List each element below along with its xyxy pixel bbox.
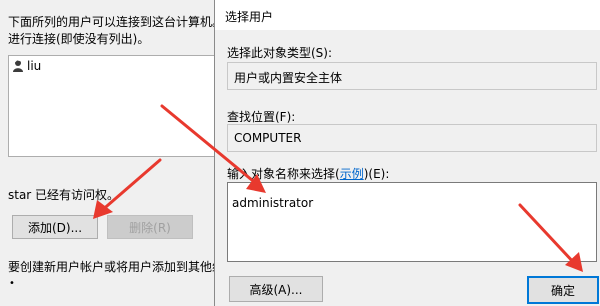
description-line-2: 进行连接(即使没有列出)。	[8, 32, 150, 46]
object-type-label: 选择此对象类型(S):	[227, 46, 333, 60]
create-user-note: 要创建新用户帐户或将用户添加到其他组，	[8, 260, 223, 274]
location-field: COMPUTER	[227, 124, 597, 152]
access-note: star 已经有访问权。	[8, 188, 120, 202]
remove-button[interactable]: 删除(R)	[107, 215, 193, 239]
examples-link[interactable]: 示例	[340, 167, 364, 181]
object-names-input[interactable]: administrator	[227, 182, 597, 262]
user-list[interactable]: liu	[8, 55, 225, 157]
select-user-dialog: 选择用户 选择此对象类型(S): 用户或内置安全主体 查找位置(F): COMP…	[214, 0, 600, 306]
advanced-button[interactable]: 高级(A)...	[229, 276, 323, 302]
location-label: 查找位置(F):	[227, 110, 296, 124]
add-button[interactable]: 添加(D)...	[12, 215, 98, 239]
object-names-label-prefix: 输入对象名称来选择(	[227, 167, 340, 181]
object-names-label-suffix: )(E):	[363, 167, 390, 181]
object-names-label: 输入对象名称来选择(示例)(E):	[227, 165, 389, 182]
user-name: liu	[27, 59, 42, 73]
title-bar[interactable]: 选择用户	[215, 0, 600, 30]
user-icon	[13, 59, 23, 72]
dialog-title: 选择用户	[225, 10, 274, 24]
list-item[interactable]: liu	[12, 59, 41, 73]
ok-button[interactable]: 确定	[527, 276, 599, 304]
description-line-1: 下面所列的用户可以连接到这台计算机。另	[8, 15, 223, 29]
bullet: •	[9, 278, 15, 289]
dialog-description: 下面所列的用户可以连接到这台计算机。另 进行连接(即使没有列出)。	[8, 14, 223, 48]
object-type-field: 用户或内置安全主体	[227, 62, 597, 90]
